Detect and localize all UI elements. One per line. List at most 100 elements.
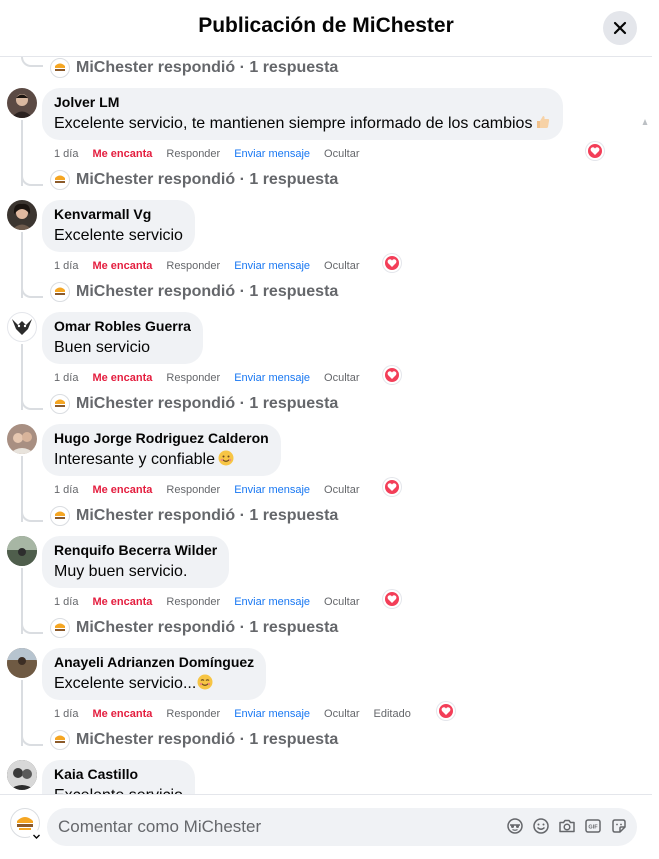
love-button[interactable]: Me encanta — [92, 484, 152, 496]
hide-button[interactable]: Ocultar — [324, 596, 359, 608]
heart-reaction-icon[interactable] — [586, 142, 604, 160]
comment-author[interactable]: Kaia Castillo — [54, 766, 183, 782]
view-replies-link[interactable]: MiChester respondió · 1 respuesta — [50, 393, 338, 415]
send-message-button[interactable]: Enviar mensaje — [234, 372, 310, 384]
reply-thread-connector — [21, 734, 43, 746]
love-button[interactable]: Me encanta — [92, 260, 152, 272]
avatar[interactable] — [7, 312, 37, 342]
comment-author[interactable]: Kenvarmall Vg — [54, 206, 183, 222]
photo-button[interactable] — [557, 816, 577, 836]
send-message-button[interactable]: Enviar mensaje — [234, 484, 310, 496]
comment-actions: 1 día Me encanta Responder Enviar mensaj… — [54, 371, 374, 385]
comment-actions: 1 día Me encanta Responder Enviar mensaj… — [54, 259, 374, 273]
send-message-button[interactable]: Enviar mensaje — [234, 260, 310, 272]
thumbs-up-icon — [535, 114, 551, 130]
reply-button[interactable]: Responder — [166, 372, 220, 384]
edited-label[interactable]: Editado — [374, 708, 411, 720]
sticker-button[interactable] — [609, 816, 629, 836]
send-message-button[interactable]: Enviar mensaje — [234, 148, 310, 160]
comment-author[interactable]: Jolver LM — [54, 94, 551, 110]
chevron-down-icon — [32, 834, 40, 839]
send-message-button[interactable]: Enviar mensaje — [234, 596, 310, 608]
love-button[interactable]: Me encanta — [92, 708, 152, 720]
view-replies-link[interactable]: MiChester respondió · 1 respuesta — [50, 617, 338, 639]
comment-input[interactable] — [47, 808, 487, 846]
replies-summary: MiChester respondió · 1 respuesta — [76, 619, 339, 636]
comment-actions: 1 día Me encanta Responder Enviar mensaj… — [54, 483, 374, 497]
reply-button[interactable]: Responder — [166, 596, 220, 608]
send-message-button[interactable]: Enviar mensaje — [234, 708, 310, 720]
smiling-face-icon — [197, 674, 213, 690]
view-replies-link[interactable]: MiChester respondió · 1 respuesta — [50, 169, 338, 191]
view-replies-link[interactable]: MiChester respondió · 1 respuesta — [50, 281, 338, 303]
avatar[interactable] — [7, 200, 37, 230]
comment-author[interactable]: Anayeli Adrianzen Domínguez — [54, 654, 254, 670]
avatar-sticker-button[interactable] — [505, 816, 525, 836]
hide-button[interactable]: Ocultar — [324, 484, 359, 496]
avatar[interactable] — [7, 760, 37, 790]
comment-thread: Kenvarmall Vg Excelente servicio 1 día M… — [0, 200, 652, 312]
comments-list[interactable]: MiChester respondió · 1 respuesta Jolver… — [0, 57, 652, 794]
smiling-face-icon — [218, 450, 234, 466]
avatar[interactable] — [7, 536, 37, 566]
comment-time[interactable]: 1 día — [54, 708, 78, 720]
hide-button[interactable]: Ocultar — [324, 260, 359, 272]
comment-time[interactable]: 1 día — [54, 260, 78, 272]
view-replies-link[interactable]: MiChester respondió · 1 respuesta — [50, 57, 338, 79]
hide-button[interactable]: Ocultar — [324, 372, 359, 384]
reply-thread-connector — [21, 622, 43, 634]
comment-bubble: Jolver LM Excelente servicio, te mantien… — [42, 88, 564, 140]
close-button[interactable] — [603, 11, 637, 45]
michester-logo-icon — [50, 394, 70, 414]
avatar[interactable] — [7, 88, 37, 118]
comment-author[interactable]: Hugo Jorge Rodriguez Calderon — [54, 430, 269, 446]
comment-author[interactable]: Renquifo Becerra Wilder — [54, 542, 217, 558]
comment-text: Excelente servicio... — [54, 675, 197, 692]
comment-time[interactable]: 1 día — [54, 596, 78, 608]
heart-reaction-icon[interactable] — [437, 702, 455, 720]
reply-button[interactable]: Responder — [166, 484, 220, 496]
dialog-header: Publicación de MiChester — [0, 0, 652, 57]
comment-author[interactable]: Omar Robles Guerra — [54, 318, 191, 334]
switch-profile-button[interactable] — [30, 830, 42, 842]
heart-reaction-icon[interactable] — [383, 366, 401, 384]
reply-thread-connector — [21, 174, 43, 186]
heart-reaction-icon[interactable] — [383, 590, 401, 608]
post-dialog: Publicación de MiChester MiChester respo… — [0, 0, 652, 859]
comment-bubble: Omar Robles Guerra Buen servicio — [42, 312, 203, 364]
comment-composer: GIF — [0, 794, 652, 859]
comment-thread: Kaia Castillo Excelente servicio — [0, 760, 652, 794]
reply-button[interactable]: Responder — [166, 148, 220, 160]
avatar[interactable] — [7, 424, 37, 454]
love-button[interactable]: Me encanta — [92, 372, 152, 384]
scrollbar[interactable] — [642, 117, 648, 794]
comment-thread: Jolver LM Excelente servicio, te mantien… — [0, 88, 652, 200]
comment-text: Buen servicio — [54, 339, 151, 356]
love-button[interactable]: Me encanta — [92, 148, 152, 160]
love-button[interactable]: Me encanta — [92, 596, 152, 608]
reply-button[interactable]: Responder — [166, 260, 220, 272]
reply-thread-connector — [21, 398, 43, 410]
comment-time[interactable]: 1 día — [54, 484, 78, 496]
hide-button[interactable]: Ocultar — [324, 148, 359, 160]
view-replies-link[interactable]: MiChester respondió · 1 respuesta — [50, 505, 338, 527]
comment-thread: Hugo Jorge Rodriguez Calderon Interesant… — [0, 424, 652, 536]
sticker-icon — [612, 819, 626, 833]
emoji-button[interactable] — [531, 816, 551, 836]
replies-summary: MiChester respondió · 1 respuesta — [76, 395, 339, 412]
michester-logo-icon — [50, 170, 70, 190]
reply-thread-connector — [21, 286, 43, 298]
comment-bubble: Renquifo Becerra Wilder Muy buen servici… — [42, 536, 230, 588]
comment-bubble: Hugo Jorge Rodriguez Calderon Interesant… — [42, 424, 281, 476]
comment-time[interactable]: 1 día — [54, 148, 78, 160]
gif-icon: GIF — [585, 819, 601, 833]
gif-button[interactable]: GIF — [583, 816, 603, 836]
heart-reaction-icon[interactable] — [383, 254, 401, 272]
reply-button[interactable]: Responder — [166, 708, 220, 720]
comment-bubble: Kaia Castillo Excelente servicio — [42, 760, 195, 794]
view-replies-link[interactable]: MiChester respondió · 1 respuesta — [50, 729, 338, 751]
comment-time[interactable]: 1 día — [54, 372, 78, 384]
heart-reaction-icon[interactable] — [383, 478, 401, 496]
hide-button[interactable]: Ocultar — [324, 708, 359, 720]
avatar[interactable] — [7, 648, 37, 678]
